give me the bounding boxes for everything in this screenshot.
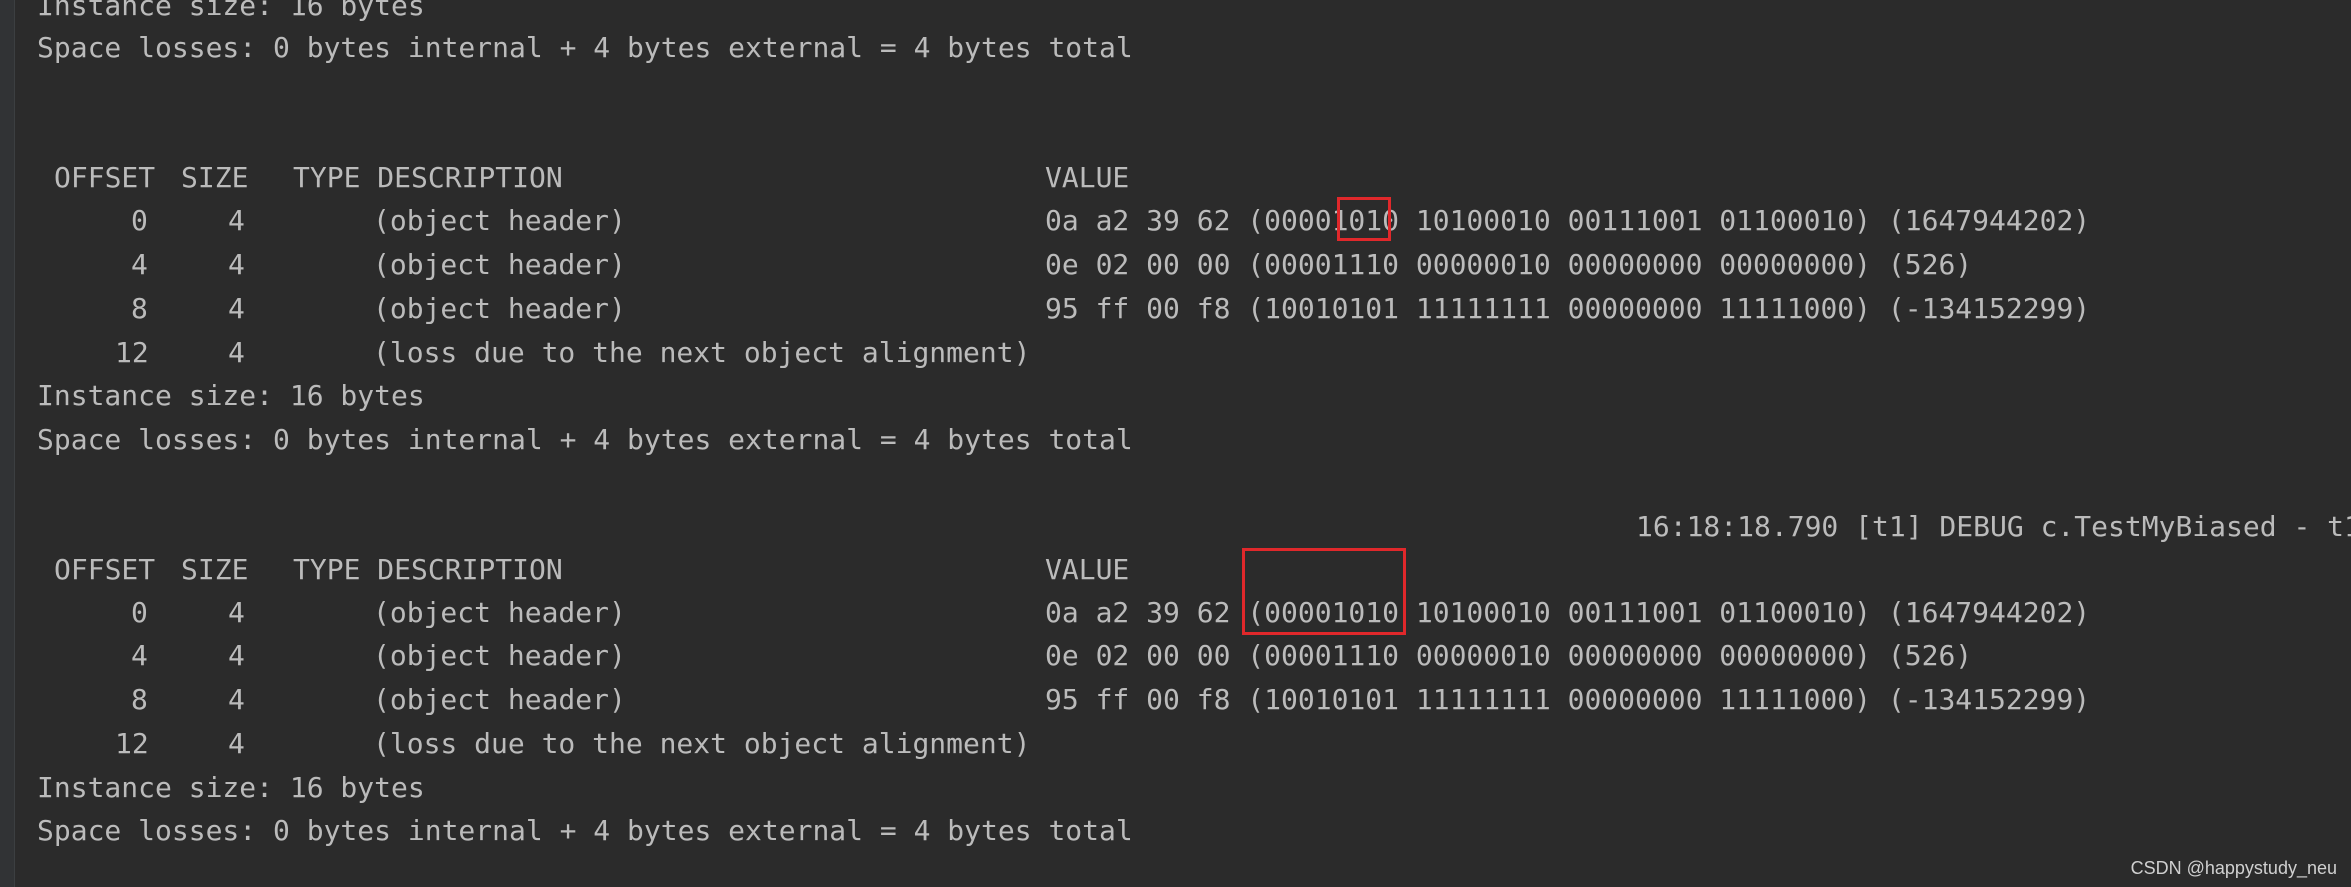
row-value: 95 ff 00 f8 (10010101 11111111 00000000 …	[1045, 683, 2091, 716]
row-offset: 4	[131, 248, 148, 281]
debug-log-line: 16:18:18.790 [t1] DEBUG c.TestMyBiased -…	[1636, 510, 2351, 543]
row-description: (object header)	[373, 292, 626, 325]
row-description: (object header)	[373, 248, 626, 281]
instance-size-line: Instance size: 16 bytes	[37, 379, 425, 412]
row-size: 4	[228, 596, 245, 629]
header-value: VALUE	[1045, 553, 1130, 586]
row-description: (object header)	[373, 683, 626, 716]
row-value: 0a a2 39 62 (00001010 10100010 00111001 …	[1045, 596, 2091, 629]
row-size: 4	[228, 683, 245, 716]
space-losses-line-top: Space losses: 0 bytes internal + 4 bytes…	[37, 31, 1133, 64]
row-value: 0e 02 00 00 (00001110 00000010 00000000 …	[1045, 248, 1973, 281]
header-type-description: TYPE DESCRIPTION	[293, 553, 563, 586]
row-offset: 12	[115, 336, 149, 369]
instance-size-line-top: Instance size: 16 bytes	[37, 0, 425, 22]
row-description: (loss due to the next object alignment)	[373, 336, 1031, 369]
space-losses-line: Space losses: 0 bytes internal + 4 bytes…	[37, 423, 1133, 456]
space-losses-line: Space losses: 0 bytes internal + 4 bytes…	[37, 814, 1133, 847]
header-size: SIZE	[181, 161, 249, 194]
row-offset: 0	[131, 596, 148, 629]
row-size: 4	[228, 639, 245, 672]
row-description: (object header)	[373, 596, 626, 629]
row-size: 4	[228, 336, 245, 369]
row-size: 4	[228, 204, 245, 237]
header-offset: OFFSET	[54, 553, 156, 586]
row-size: 4	[228, 292, 245, 325]
header-value: VALUE	[1045, 161, 1130, 194]
row-size: 4	[228, 727, 245, 760]
highlight-box-lock-bits	[1337, 197, 1391, 241]
row-offset: 12	[115, 727, 149, 760]
row-value: 0e 02 00 00 (00001110 00000010 00000000 …	[1045, 639, 1973, 672]
editor-gutter	[0, 0, 15, 887]
row-offset: 8	[131, 683, 148, 716]
header-offset: OFFSET	[54, 161, 156, 194]
row-offset: 8	[131, 292, 148, 325]
row-offset: 0	[131, 204, 148, 237]
row-description: (object header)	[373, 639, 626, 672]
row-value: 95 ff 00 f8 (10010101 11111111 00000000 …	[1045, 292, 2091, 325]
row-size: 4	[228, 248, 245, 281]
instance-size-line: Instance size: 16 bytes	[37, 771, 425, 804]
header-size: SIZE	[181, 553, 249, 586]
row-offset: 4	[131, 639, 148, 672]
header-type-description: TYPE DESCRIPTION	[293, 161, 563, 194]
row-description: (loss due to the next object alignment)	[373, 727, 1031, 760]
watermark: CSDN @happystudy_neu	[2130, 858, 2337, 878]
row-description: (object header)	[373, 204, 626, 237]
row-value: 0a a2 39 62 (00001010 10100010 00111001 …	[1045, 204, 2091, 237]
highlight-box-mark-word	[1242, 548, 1406, 635]
